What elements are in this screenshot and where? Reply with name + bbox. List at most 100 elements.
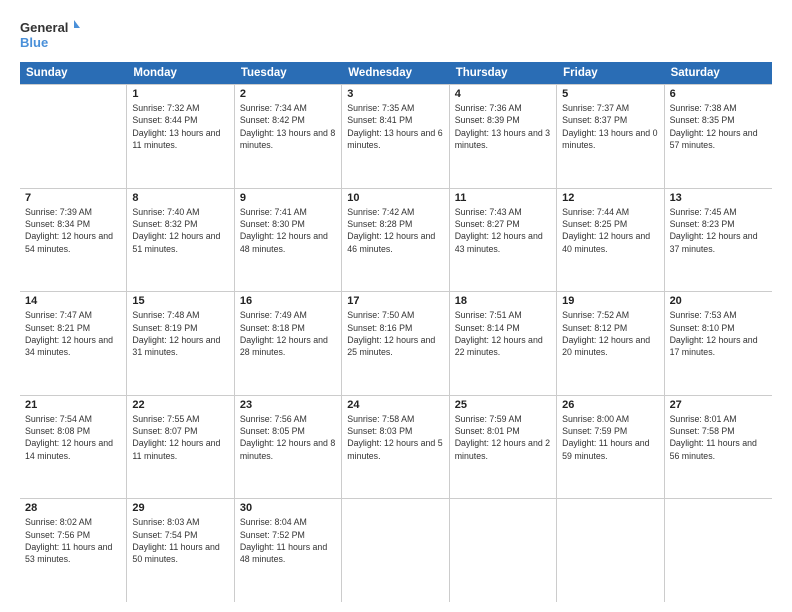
day-number: 27 — [670, 399, 767, 411]
calendar-cell: 23 Sunrise: 7:56 AMSunset: 8:05 PMDayligh… — [235, 396, 342, 499]
calendar-cell: 1 Sunrise: 7:32 AMSunset: 8:44 PMDaylight… — [127, 85, 234, 188]
calendar-cell — [20, 85, 127, 188]
calendar-cell: 7 Sunrise: 7:39 AMSunset: 8:34 PMDaylight… — [20, 189, 127, 292]
day-number: 7 — [25, 192, 121, 204]
day-info: Sunrise: 7:37 AMSunset: 8:37 PMDaylight:… — [562, 102, 658, 151]
day-info: Sunrise: 8:03 AMSunset: 7:54 PMDaylight:… — [132, 516, 228, 565]
calendar-cell: 3 Sunrise: 7:35 AMSunset: 8:41 PMDaylight… — [342, 85, 449, 188]
calendar-cell: 9 Sunrise: 7:41 AMSunset: 8:30 PMDaylight… — [235, 189, 342, 292]
day-number: 15 — [132, 295, 228, 307]
calendar-row: 28 Sunrise: 8:02 AMSunset: 7:56 PMDayligh… — [20, 499, 772, 602]
day-info: Sunrise: 7:39 AMSunset: 8:34 PMDaylight:… — [25, 206, 121, 255]
day-info: Sunrise: 7:51 AMSunset: 8:14 PMDaylight:… — [455, 309, 551, 358]
day-info: Sunrise: 7:59 AMSunset: 8:01 PMDaylight:… — [455, 413, 551, 462]
day-number: 26 — [562, 399, 658, 411]
calendar-cell: 11 Sunrise: 7:43 AMSunset: 8:27 PMDayligh… — [450, 189, 557, 292]
page: General Blue SundayMondayTuesdayWednesda… — [0, 0, 792, 612]
calendar-cell: 12 Sunrise: 7:44 AMSunset: 8:25 PMDayligh… — [557, 189, 664, 292]
day-number: 8 — [132, 192, 228, 204]
day-info: Sunrise: 7:44 AMSunset: 8:25 PMDaylight:… — [562, 206, 658, 255]
day-number: 28 — [25, 502, 121, 514]
calendar-cell: 18 Sunrise: 7:51 AMSunset: 8:14 PMDayligh… — [450, 292, 557, 395]
header: General Blue — [20, 16, 772, 54]
day-number: 4 — [455, 88, 551, 100]
logo: General Blue — [20, 16, 80, 54]
day-info: Sunrise: 7:34 AMSunset: 8:42 PMDaylight:… — [240, 102, 336, 151]
calendar-cell: 6 Sunrise: 7:38 AMSunset: 8:35 PMDaylight… — [665, 85, 772, 188]
calendar-cell: 2 Sunrise: 7:34 AMSunset: 8:42 PMDaylight… — [235, 85, 342, 188]
day-info: Sunrise: 7:49 AMSunset: 8:18 PMDaylight:… — [240, 309, 336, 358]
day-number: 5 — [562, 88, 658, 100]
calendar-cell: 22 Sunrise: 7:55 AMSunset: 8:07 PMDayligh… — [127, 396, 234, 499]
day-info: Sunrise: 7:52 AMSunset: 8:12 PMDaylight:… — [562, 309, 658, 358]
day-info: Sunrise: 7:38 AMSunset: 8:35 PMDaylight:… — [670, 102, 767, 151]
day-number: 9 — [240, 192, 336, 204]
day-number: 13 — [670, 192, 767, 204]
logo-svg: General Blue — [20, 16, 80, 54]
calendar-cell: 21 Sunrise: 7:54 AMSunset: 8:08 PMDayligh… — [20, 396, 127, 499]
calendar-body: 1 Sunrise: 7:32 AMSunset: 8:44 PMDaylight… — [20, 84, 772, 602]
day-info: Sunrise: 7:48 AMSunset: 8:19 PMDaylight:… — [132, 309, 228, 358]
day-number: 12 — [562, 192, 658, 204]
day-info: Sunrise: 7:42 AMSunset: 8:28 PMDaylight:… — [347, 206, 443, 255]
day-info: Sunrise: 8:02 AMSunset: 7:56 PMDaylight:… — [25, 516, 121, 565]
day-info: Sunrise: 7:56 AMSunset: 8:05 PMDaylight:… — [240, 413, 336, 462]
calendar-cell: 15 Sunrise: 7:48 AMSunset: 8:19 PMDayligh… — [127, 292, 234, 395]
calendar-cell: 17 Sunrise: 7:50 AMSunset: 8:16 PMDayligh… — [342, 292, 449, 395]
day-number: 24 — [347, 399, 443, 411]
calendar-cell: 10Sunrise: 7:42 AMSunset: 8:28 PMDayligh… — [342, 189, 449, 292]
weekday-header: Wednesday — [342, 62, 449, 84]
weekday-header: Sunday — [20, 62, 127, 84]
calendar-cell: 29 Sunrise: 8:03 AMSunset: 7:54 PMDayligh… — [127, 499, 234, 602]
day-info: Sunrise: 8:00 AMSunset: 7:59 PMDaylight:… — [562, 413, 658, 462]
weekday-header: Friday — [557, 62, 664, 84]
day-number: 17 — [347, 295, 443, 307]
day-number: 2 — [240, 88, 336, 100]
calendar-cell: 8 Sunrise: 7:40 AMSunset: 8:32 PMDaylight… — [127, 189, 234, 292]
day-info: Sunrise: 7:41 AMSunset: 8:30 PMDaylight:… — [240, 206, 336, 255]
day-info: Sunrise: 7:54 AMSunset: 8:08 PMDaylight:… — [25, 413, 121, 462]
calendar-cell: 24 Sunrise: 7:58 AMSunset: 8:03 PMDayligh… — [342, 396, 449, 499]
calendar-row: 7 Sunrise: 7:39 AMSunset: 8:34 PMDaylight… — [20, 189, 772, 293]
svg-text:Blue: Blue — [20, 35, 48, 50]
day-info: Sunrise: 7:40 AMSunset: 8:32 PMDaylight:… — [132, 206, 228, 255]
calendar-cell — [557, 499, 664, 602]
calendar-cell — [665, 499, 772, 602]
calendar-cell: 14Sunrise: 7:47 AMSunset: 8:21 PMDayligh… — [20, 292, 127, 395]
calendar-cell: 30Sunrise: 8:04 AMSunset: 7:52 PMDayligh… — [235, 499, 342, 602]
calendar-cell — [450, 499, 557, 602]
calendar-header: SundayMondayTuesdayWednesdayThursdayFrid… — [20, 62, 772, 84]
calendar-row: 1 Sunrise: 7:32 AMSunset: 8:44 PMDaylight… — [20, 85, 772, 189]
day-info: Sunrise: 7:50 AMSunset: 8:16 PMDaylight:… — [347, 309, 443, 358]
day-info: Sunrise: 8:01 AMSunset: 7:58 PMDaylight:… — [670, 413, 767, 462]
calendar: SundayMondayTuesdayWednesdayThursdayFrid… — [20, 62, 772, 602]
weekday-header: Thursday — [450, 62, 557, 84]
day-number: 21 — [25, 399, 121, 411]
weekday-header: Tuesday — [235, 62, 342, 84]
day-number: 6 — [670, 88, 767, 100]
day-number: 23 — [240, 399, 336, 411]
day-info: Sunrise: 7:47 AMSunset: 8:21 PMDaylight:… — [25, 309, 121, 358]
day-number: 1 — [132, 88, 228, 100]
calendar-cell: 28 Sunrise: 8:02 AMSunset: 7:56 PMDayligh… — [20, 499, 127, 602]
calendar-cell — [342, 499, 449, 602]
weekday-header: Monday — [127, 62, 234, 84]
day-info: Sunrise: 7:58 AMSunset: 8:03 PMDaylight:… — [347, 413, 443, 462]
day-number: 29 — [132, 502, 228, 514]
day-number: 18 — [455, 295, 551, 307]
calendar-cell: 19 Sunrise: 7:52 AMSunset: 8:12 PMDayligh… — [557, 292, 664, 395]
day-number: 19 — [562, 295, 658, 307]
day-number: 16 — [240, 295, 336, 307]
day-info: Sunrise: 7:35 AMSunset: 8:41 PMDaylight:… — [347, 102, 443, 151]
svg-text:General: General — [20, 20, 68, 35]
day-info: Sunrise: 7:55 AMSunset: 8:07 PMDaylight:… — [132, 413, 228, 462]
weekday-header: Saturday — [665, 62, 772, 84]
day-number: 3 — [347, 88, 443, 100]
day-number: 25 — [455, 399, 551, 411]
day-info: Sunrise: 7:32 AMSunset: 8:44 PMDaylight:… — [132, 102, 228, 151]
calendar-cell: 27 Sunrise: 8:01 AMSunset: 7:58 PMDayligh… — [665, 396, 772, 499]
day-info: Sunrise: 7:53 AMSunset: 8:10 PMDaylight:… — [670, 309, 767, 358]
day-number: 11 — [455, 192, 551, 204]
day-number: 22 — [132, 399, 228, 411]
day-info: Sunrise: 7:43 AMSunset: 8:27 PMDaylight:… — [455, 206, 551, 255]
